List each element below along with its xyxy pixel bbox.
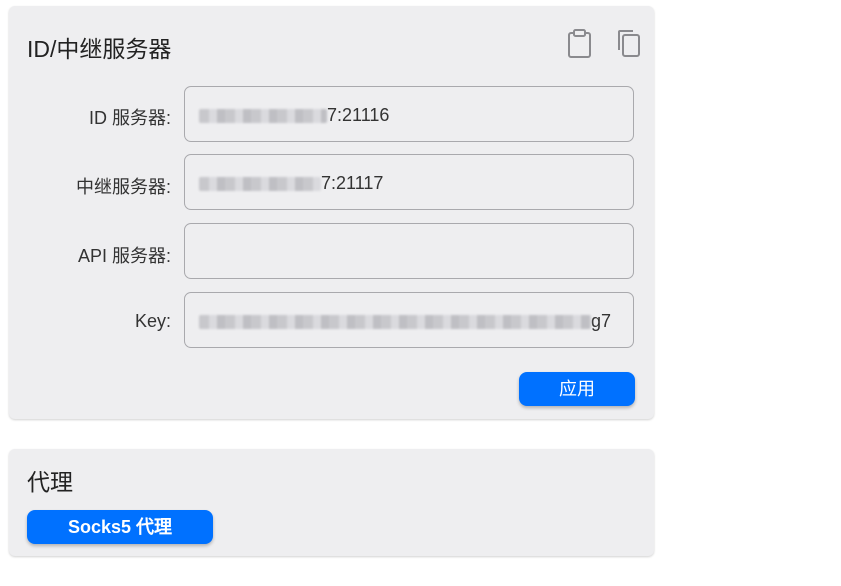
id-server-input[interactable]: 7:21116 — [184, 86, 634, 142]
relay-server-input[interactable]: 7:21117 — [184, 154, 634, 210]
proxy-card-title: 代理 — [27, 469, 73, 495]
id-server-label: ID 服务器: — [88, 108, 171, 128]
server-settings-card: ID/中继服务器 ID 服务器: 7:21116 中继服务器: 7:21117 … — [9, 6, 654, 419]
socks5-proxy-button[interactable]: Socks5 代理 — [27, 510, 213, 544]
copy-icon[interactable] — [615, 28, 643, 60]
api-server-input[interactable] — [184, 223, 634, 279]
relay-server-label: 中继服务器: — [75, 177, 171, 197]
clipboard-icon[interactable] — [566, 28, 594, 60]
key-input[interactable]: g7 — [184, 292, 634, 348]
key-value: g7 — [591, 311, 612, 331]
proxy-card: 代理 Socks5 代理 — [9, 449, 654, 556]
apply-button[interactable]: 应用 — [519, 372, 635, 406]
redacted-text — [199, 177, 321, 192]
redacted-text — [199, 109, 327, 124]
id-server-value: 7:21116 — [327, 105, 390, 125]
server-card-title: ID/中继服务器 — [27, 36, 172, 62]
key-label: Key: — [134, 311, 171, 331]
api-server-label: API 服务器: — [77, 246, 171, 266]
relay-server-value: 7:21117 — [321, 173, 384, 193]
redacted-text — [199, 315, 591, 330]
